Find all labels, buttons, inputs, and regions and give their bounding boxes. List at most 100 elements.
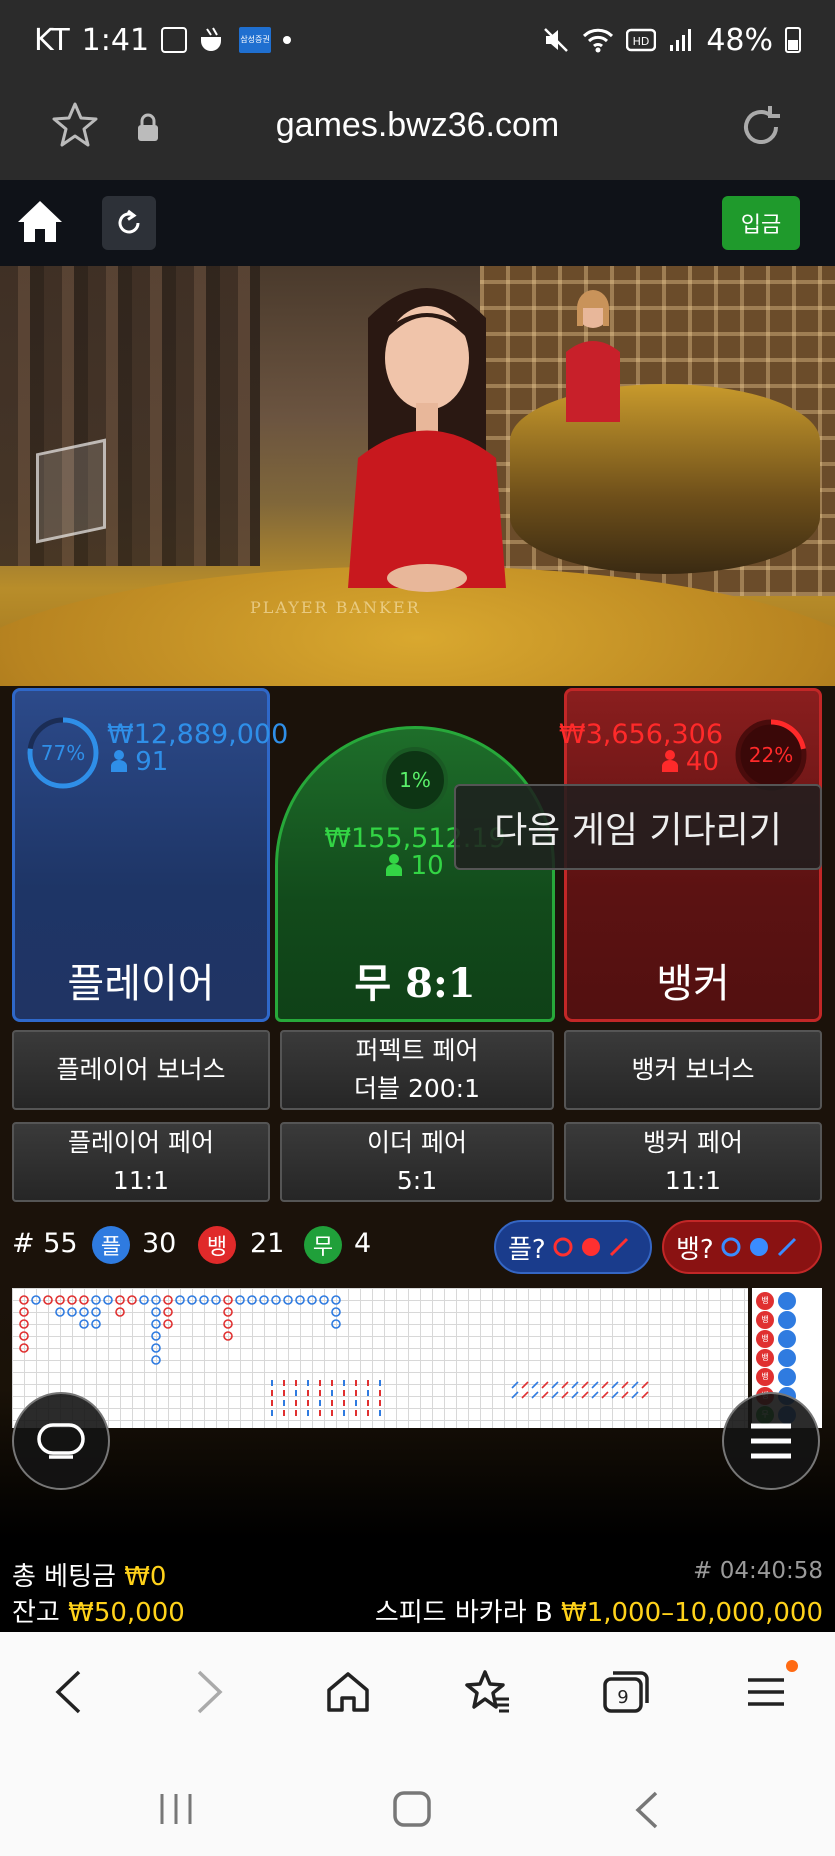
- player-amount: ₩12,889,000: [107, 719, 289, 750]
- player-users-count: 91: [135, 747, 169, 777]
- road-mark: [55, 1295, 65, 1305]
- road-mark: [331, 1319, 341, 1329]
- player-bet-panel[interactable]: 77% ₩12,889,000 91 플레이어: [12, 688, 288, 1022]
- road-side-mark: [778, 1368, 796, 1386]
- menu-button[interactable]: [722, 1392, 820, 1490]
- browser-menu-button[interactable]: [736, 1660, 798, 1722]
- road-mark: [115, 1307, 125, 1317]
- player-pair-button[interactable]: 플레이어 페어 11:1: [12, 1122, 270, 1202]
- red-ring-icon: [553, 1237, 573, 1257]
- bookmark-star-list-icon: [465, 1670, 509, 1713]
- road-mark: [223, 1319, 233, 1329]
- road-area: 뱅뱅뱅뱅뱅뱅무: [0, 1288, 835, 1538]
- road-mark: [331, 1307, 341, 1317]
- road-mark: [151, 1319, 161, 1329]
- banker-pair-label: 뱅커 페어: [643, 1128, 743, 1157]
- clock: 1:41: [81, 22, 150, 58]
- back-button[interactable]: [38, 1662, 98, 1722]
- road-mark: [541, 1381, 549, 1389]
- road-mark: [511, 1391, 519, 1399]
- road-mark: [631, 1381, 639, 1389]
- game-id: # 04:40:58: [693, 1558, 823, 1584]
- home-outline-icon: [327, 1672, 369, 1712]
- player-bonus-button[interactable]: 플레이어 보너스: [12, 1030, 270, 1110]
- forward-button[interactable]: [180, 1662, 240, 1722]
- road-mark: [223, 1295, 233, 1305]
- road-mark: [19, 1295, 29, 1305]
- banker-bonus-button[interactable]: 뱅커 보너스: [564, 1030, 822, 1110]
- road-mark: [283, 1295, 293, 1305]
- tie-percent-ring: 1%: [382, 747, 448, 813]
- player-count: 30: [142, 1228, 177, 1259]
- road-mark: [295, 1295, 305, 1305]
- tabs-icon: 9: [603, 1671, 649, 1713]
- road-mark: [319, 1295, 329, 1305]
- perfect-pair-label: 퍼펙트 페어: [355, 1036, 479, 1065]
- home-icon[interactable]: [16, 198, 64, 244]
- total-bet-label: 총 베팅금: [12, 1562, 116, 1592]
- road-mark: [19, 1343, 29, 1353]
- either-pair-label: 이더 페어: [367, 1128, 467, 1157]
- browser-url-bar: games.bwz36.com: [0, 80, 835, 180]
- tabs-button[interactable]: 9: [596, 1662, 656, 1722]
- svg-text:HD: HD: [633, 35, 650, 48]
- deposit-button[interactable]: 입금: [722, 196, 800, 250]
- perfect-pair-button[interactable]: 퍼펙트 페어 더블 200:1: [280, 1030, 554, 1110]
- road-mark: [641, 1381, 649, 1389]
- road-mark: [621, 1381, 629, 1389]
- road-mark: [561, 1391, 569, 1399]
- round-number: # 55: [12, 1228, 78, 1259]
- road-mark: [601, 1391, 609, 1399]
- either-pair-button[interactable]: 이더 페어 5:1: [280, 1122, 554, 1202]
- reload-icon[interactable]: [736, 102, 786, 152]
- recent-apps-icon[interactable]: [156, 1792, 196, 1826]
- home-system-icon[interactable]: [392, 1790, 432, 1828]
- balance-label: 잔고: [12, 1598, 60, 1628]
- scoreboard-road: [12, 1288, 748, 1428]
- carrier-label: KT: [34, 22, 70, 58]
- table-info: 스피드 바카라 B ₩1,000–10,000,000: [375, 1592, 823, 1629]
- road-mark: [247, 1295, 257, 1305]
- banker-users-count: 40: [685, 747, 719, 777]
- road-mark: [531, 1381, 539, 1389]
- back-system-icon[interactable]: [632, 1790, 662, 1830]
- road-mark: [79, 1319, 89, 1329]
- road-side-mark: 뱅: [756, 1368, 774, 1386]
- menu-icon: [748, 1678, 784, 1706]
- tie-bet-panel[interactable]: 1% ₩155,512.19 10 무 8:1: [275, 726, 555, 1022]
- refresh-button[interactable]: [102, 196, 156, 250]
- road-mark: [151, 1331, 161, 1341]
- waiting-next-game-overlay: 다음 게임 기다리기: [454, 784, 822, 870]
- road-mark: [19, 1331, 29, 1341]
- felt-label: PLAYER BANKER: [250, 598, 421, 617]
- road-mark: [271, 1295, 281, 1305]
- road-mark: [55, 1307, 65, 1317]
- red-slash-icon: [609, 1237, 628, 1257]
- road-mark: [163, 1295, 173, 1305]
- tie-users-count: 10: [410, 851, 444, 881]
- perfect-pair-odds: 더블 200:1: [354, 1074, 480, 1103]
- banker-predict-button[interactable]: 뱅?: [662, 1220, 822, 1274]
- url-text[interactable]: games.bwz36.com: [0, 106, 835, 145]
- bookmarks-button[interactable]: [458, 1662, 518, 1722]
- player-predict-button[interactable]: 플?: [494, 1220, 652, 1274]
- road-mark: [19, 1319, 29, 1329]
- red-dot-icon: [581, 1238, 600, 1256]
- banker-pair-button[interactable]: 뱅커 페어 11:1: [564, 1122, 822, 1202]
- battery-icon: [785, 27, 801, 53]
- road-side-mark: 뱅: [756, 1311, 774, 1329]
- home-page-button[interactable]: [318, 1662, 378, 1722]
- signal-icon: [670, 29, 692, 51]
- banker-amount: ₩3,656,306: [558, 719, 723, 750]
- road-mark: [641, 1391, 649, 1399]
- road-mark: [541, 1391, 549, 1399]
- user-icon: [661, 750, 678, 772]
- road-mark: [199, 1295, 209, 1305]
- chat-button[interactable]: [12, 1392, 110, 1490]
- blue-dot-icon: [749, 1238, 768, 1256]
- road-mark: [91, 1307, 101, 1317]
- road-mark: [187, 1295, 197, 1305]
- road-mark: [91, 1295, 101, 1305]
- road-mark: [151, 1343, 161, 1353]
- road-mark: [259, 1295, 269, 1305]
